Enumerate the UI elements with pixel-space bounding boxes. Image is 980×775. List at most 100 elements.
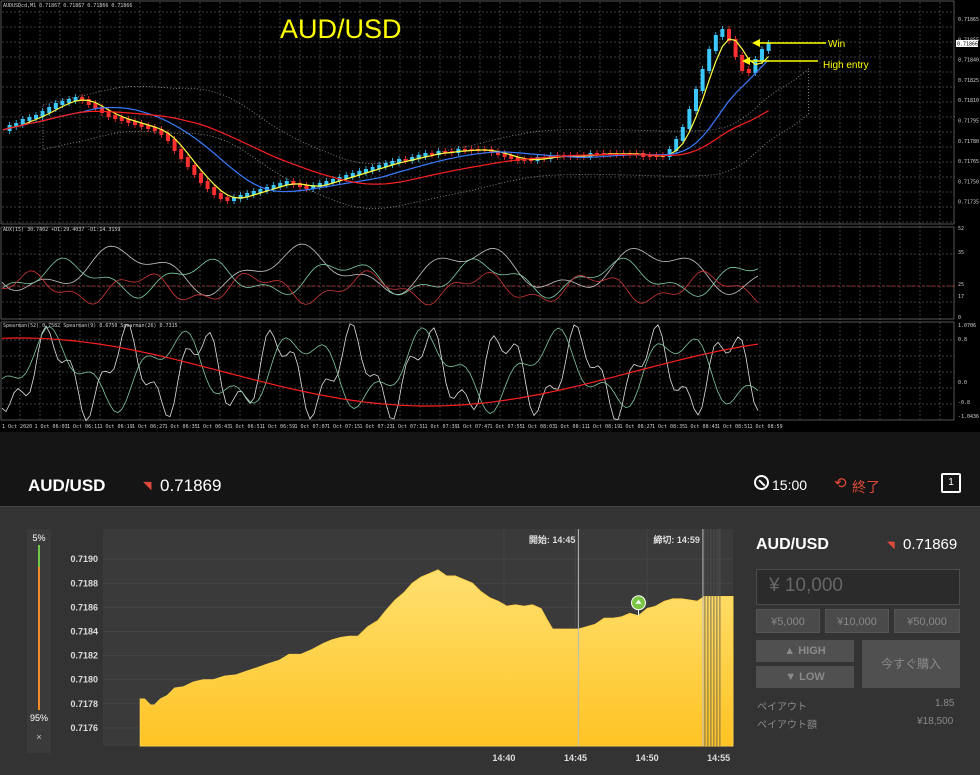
adx-tick: 0 [958, 315, 961, 321]
low-button[interactable]: ▼ LOW [756, 666, 854, 688]
candle-body [707, 49, 712, 71]
spearman-tick: 0.0 [958, 380, 967, 386]
price-tick: 0.71780 [958, 139, 979, 145]
time-tick: 1 Oct 06:43 [197, 424, 230, 430]
y-tick-label: 0.7176 [70, 723, 98, 733]
quick-amount-5000[interactable]: ¥5,000 [756, 609, 820, 633]
x-tick-label: 14:55 [707, 753, 730, 763]
price-down-icon: ◥ [887, 540, 895, 551]
gauge-high-bar [38, 545, 40, 567]
candle-body [27, 117, 32, 121]
mt4-chart-window: AUD/USD AUDUSDcd,M1 0.71867 0.71867 0.71… [0, 0, 980, 432]
candle-body [192, 165, 197, 175]
candle-body [680, 127, 685, 141]
price-tick: 0.71735 [958, 200, 979, 206]
fullscreen-button[interactable]: 1 [941, 473, 961, 493]
adx-tick: 17 [958, 294, 964, 300]
start-label: 開始: 14:45 [529, 534, 576, 545]
time-tick: 1 Oct 07:31 [392, 424, 425, 430]
price-down-icon: ◥ [143, 480, 152, 492]
time-tick: 1 Oct 07:23 [360, 424, 393, 430]
time-tick: 1 Oct 06:03 [35, 424, 68, 430]
candle-body [212, 187, 217, 195]
ma-red-line [2, 110, 769, 185]
candle-body [713, 35, 718, 51]
high-label: HIGH [798, 645, 826, 657]
time-tick: 1 Oct 06:11 [67, 424, 100, 430]
moving-average-lines [2, 38, 770, 199]
quick-amount-50000[interactable]: ¥50,000 [894, 609, 960, 633]
candle-body [766, 43, 771, 51]
candle-body [199, 173, 203, 183]
mt4-grid [0, 0, 955, 421]
amount-input[interactable]: ¥ 10,000 [756, 569, 960, 605]
ichimoku-cloud [42, 68, 809, 210]
header-pair: AUD/USD [28, 476, 106, 495]
trade-price: 0.71869 [903, 536, 958, 553]
time-tick: 1 Oct 07:47 [457, 424, 490, 430]
time-tick: 1 Oct 07:55 [490, 424, 523, 430]
price-axis: 0.718650.718550.718400.718250.718100.717… [958, 17, 979, 420]
time-tick: 1 Oct 08:03 [522, 424, 555, 430]
time-tick: 1 Oct 06:35 [165, 424, 198, 430]
candle-body [760, 49, 764, 61]
symbol-info: AUDUSDcd,M1 0.71867 0.71867 0.71866 0.71… [3, 3, 132, 9]
spearman-tick: -0.8 [958, 400, 970, 406]
price-tick: 0.71750 [958, 179, 979, 185]
payout-label: ペイアウト [757, 702, 807, 713]
time-tick: 1 Oct 08:19 [587, 424, 620, 430]
time-tick: 1 Oct 06:51 [230, 424, 263, 430]
mt4-chart-canvas: AUD/USD AUDUSDcd,M1 0.71867 0.71867 0.71… [0, 0, 979, 430]
price-tick: 0.71865 [958, 17, 979, 23]
gauge-top-pct: 5% [32, 533, 46, 543]
y-tick-label: 0.7184 [70, 626, 98, 636]
candle-body [700, 69, 705, 91]
candle-body [205, 181, 210, 189]
time-tick: 1 Oct 07:07 [295, 424, 328, 430]
price-area-chart: 0.7190 0.7188 0.7186 0.7184 0.7182 0.7180 0.71… [70, 529, 734, 763]
time-tick: 1 Oct 06:27 [132, 424, 165, 430]
time-tick: 1 Oct 08:27 [620, 424, 653, 430]
clock-icon [754, 475, 769, 490]
x-tick-label: 14:50 [636, 753, 659, 763]
adx-tick: 52 [958, 226, 964, 232]
time-tick: 1 Oct 07:15 [327, 424, 360, 430]
gauge-low-bar [38, 567, 40, 710]
payout-amount-label: ペイアウト額 [757, 720, 817, 731]
gauge-bottom-pct: 95% [29, 713, 48, 723]
x-tick-label: 14:45 [564, 753, 587, 763]
candle-body [687, 109, 692, 129]
pane-border-2 [0, 321, 955, 421]
high-button[interactable]: ▲ HIGH [756, 640, 854, 662]
candle-body [60, 101, 65, 105]
time-tick: 1 Oct 07:39 [425, 424, 458, 430]
plus-di-line [1, 257, 759, 299]
status-ended: 終了 [852, 479, 880, 495]
win-arrow-head [752, 39, 760, 47]
price-tick: 0.71810 [958, 98, 979, 104]
up-arrow-icon: ▲ [784, 645, 799, 657]
high-entry-annotation: High entry [823, 60, 869, 71]
time-tick: 1 Oct 2020 [2, 424, 32, 430]
quick-amount-10000[interactable]: ¥10,000 [825, 609, 889, 633]
y-tick-label: 0.7188 [70, 578, 98, 588]
ma-yellow-line [2, 38, 770, 199]
trade-pair: AUD/USD [756, 536, 829, 553]
buy-now-button[interactable]: 今すぐ購入 [862, 640, 960, 688]
candle-body [694, 89, 698, 111]
spearman-header: Spearman(52) 0.7582 Spearman(9) 0.6750 S… [3, 323, 178, 329]
price-candles [7, 26, 771, 204]
gauge-close-button[interactable]: × [33, 731, 45, 743]
cloud-band [42, 68, 809, 210]
time-tick: 1 Oct 06:19 [100, 424, 133, 430]
time-tick: 1 Oct 08:43 [685, 424, 718, 430]
candle-body [746, 69, 751, 73]
time-tick: 1 Oct 08:11 [555, 424, 588, 430]
adx-tick: 35 [958, 250, 964, 256]
candle-body [225, 197, 230, 201]
candle-body [113, 115, 118, 119]
candle-body [218, 193, 223, 199]
time-tick: 1 Oct 08:51 [717, 424, 750, 430]
y-tick-label: 0.7180 [70, 675, 98, 685]
low-label: LOW [799, 671, 825, 683]
